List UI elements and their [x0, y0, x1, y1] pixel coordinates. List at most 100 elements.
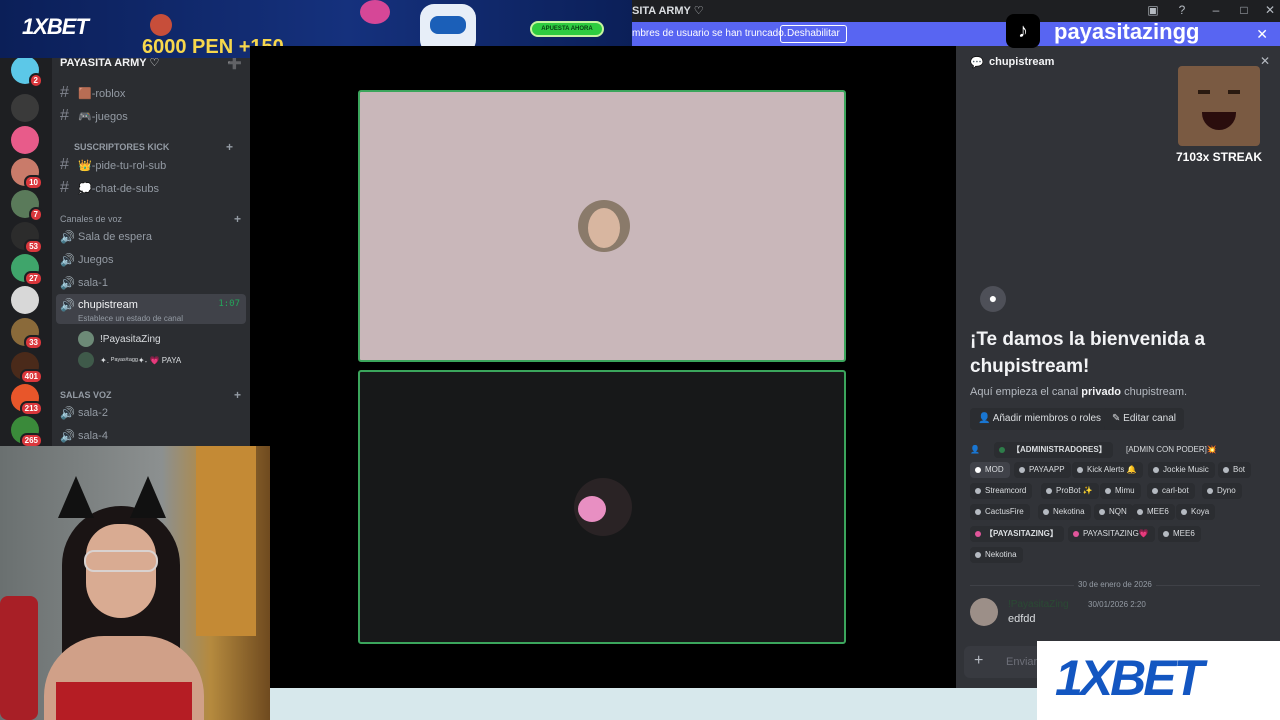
role-chip[interactable]: Nekotina: [970, 547, 1023, 563]
role-chip[interactable]: carl-bot: [1147, 483, 1195, 499]
server-badge: 401: [19, 369, 43, 384]
role-chip[interactable]: ProBot ✨: [1041, 483, 1099, 499]
attach-icon[interactable]: +: [974, 652, 983, 670]
avatar: [78, 352, 94, 368]
role-chip[interactable]: Koya: [1176, 504, 1216, 520]
role-chip[interactable]: CactusFire: [970, 504, 1030, 520]
voice-channel-sala-2[interactable]: 🔊 sala-2: [56, 402, 246, 424]
sponsor-logo: 1XBET: [1037, 641, 1280, 720]
add-channel-icon[interactable]: +: [234, 212, 241, 226]
role-label: Bot: [1233, 465, 1246, 474]
server-icon[interactable]: 2: [11, 56, 43, 88]
ad-cta-button[interactable]: APUESTA AHORA: [530, 21, 604, 37]
participant-avatar: [578, 200, 630, 252]
avatar[interactable]: [970, 598, 998, 626]
role-dot: [975, 467, 981, 473]
role-chip[interactable]: MOD: [970, 462, 1010, 478]
role-label: MOD: [985, 465, 1004, 474]
role-chip[interactable]: [ADMIN CON PODER]💥: [1120, 442, 1223, 458]
channel-label: Sala de espera: [78, 231, 152, 243]
voice-channel-sala-espera[interactable]: 🔊 Sala de espera: [56, 226, 246, 248]
role-label: Jockie Music: [1163, 465, 1209, 474]
member-avatar-icon: 👤: [970, 445, 980, 454]
participant-tile[interactable]: [358, 370, 846, 644]
webcam-door: [196, 446, 256, 636]
category-voice[interactable]: Canales de voz +: [60, 212, 241, 226]
channel-sidebar: PAYASITA ARMY ♡ ➕ # 🟫-roblox # 🎮-juegos …: [52, 46, 250, 446]
role-chip[interactable]: MEE6: [1158, 526, 1201, 542]
channel-juegos[interactable]: # 🎮-juegos: [56, 105, 246, 127]
server-icon[interactable]: 7: [11, 190, 43, 222]
participant-tile[interactable]: [358, 90, 846, 362]
channel-pide-tu-rol[interactable]: # 👑-pide-tu-rol-sub: [56, 154, 246, 176]
button-label: Añadir miembros o roles: [992, 413, 1102, 424]
role-chip[interactable]: MEE6: [1132, 504, 1175, 520]
channel-status[interactable]: Establece un estado de canal: [78, 314, 183, 323]
server-icon[interactable]: 213: [11, 384, 43, 416]
role-dot: [1043, 509, 1049, 515]
add-members-button[interactable]: 👤 Añadir miembros o roles: [970, 408, 1110, 430]
server-icon[interactable]: 10: [11, 158, 43, 190]
server-icon[interactable]: [11, 94, 39, 122]
disable-button[interactable]: Deshabilitar: [780, 25, 847, 43]
avatar: [78, 331, 94, 347]
role-chip[interactable]: Bot: [1218, 462, 1252, 478]
role-chip[interactable]: PAYASITAZING💗: [1068, 526, 1155, 542]
channel-chat-de-subs[interactable]: # 💭-chat-de-subs: [56, 177, 246, 199]
server-icon[interactable]: 401: [11, 352, 43, 384]
hash-icon: #: [60, 107, 69, 124]
role-chip[interactable]: PAYAAPP: [1014, 462, 1071, 478]
channel-label: 🟫-roblox: [78, 88, 126, 100]
maximize-button[interactable]: □: [1236, 3, 1252, 17]
date-separator: 30 de enero de 2026: [970, 579, 1260, 591]
voice-channel-juegos[interactable]: 🔊 Juegos: [56, 249, 246, 271]
server-icon[interactable]: [11, 126, 39, 154]
voice-channel-sala-4[interactable]: 🔊 sala-4: [56, 425, 246, 447]
category-label: SUSCRIPTORES KICK: [74, 142, 170, 152]
server-badge: 7: [28, 207, 43, 222]
role-chip[interactable]: Kick Alerts 🔔: [1072, 462, 1143, 478]
invite-icon[interactable]: ➕: [227, 56, 242, 70]
add-channel-icon[interactable]: +: [226, 140, 233, 154]
streak-overlay: 7103x STREAK: [1172, 64, 1266, 168]
role-label: CactusFire: [985, 507, 1024, 516]
welcome-heading: ¡Te damos la bienvenida a chupistream!: [970, 329, 1206, 377]
channel-label: sala-4: [78, 430, 108, 442]
participant-avatar: [574, 478, 632, 536]
voice-channel-sala-1[interactable]: 🔊 sala-1: [56, 272, 246, 294]
speaker-icon: 🔊: [60, 230, 75, 244]
notice-text: mbres de usuario se han truncado.: [632, 28, 787, 39]
server-icon[interactable]: [11, 286, 39, 314]
close-window-button[interactable]: ✕: [1262, 3, 1278, 17]
role-chip[interactable]: 【PAYASITAZING】: [970, 526, 1064, 542]
server-icon[interactable]: 27: [11, 254, 43, 286]
role-dot: [1105, 488, 1111, 494]
divider: [1156, 585, 1260, 586]
notice-close-icon[interactable]: ✕: [1256, 26, 1268, 43]
add-channel-icon[interactable]: +: [234, 388, 241, 402]
server-icon[interactable]: 53: [11, 222, 43, 254]
role-chip[interactable]: Mimu: [1100, 483, 1141, 499]
face-eye: [1198, 90, 1210, 94]
speaker-icon: 🔊: [60, 429, 75, 443]
server-icon[interactable]: 265: [11, 416, 43, 448]
add-member-icon: 👤: [978, 413, 993, 424]
server-icon[interactable]: 33: [11, 318, 43, 350]
message-author[interactable]: !PayasitaZing: [1008, 599, 1069, 610]
role-chip[interactable]: Jockie Music: [1148, 462, 1215, 478]
face-mouth: [1202, 112, 1236, 130]
intro-bold: privado: [1081, 386, 1122, 398]
edit-channel-button[interactable]: ✎ Editar canal: [1104, 408, 1184, 430]
welcome-intro: Aquí empieza el canal privado chupistrea…: [970, 386, 1187, 398]
channel-roblox[interactable]: # 🟫-roblox: [56, 82, 246, 104]
avatar-face: [588, 208, 620, 248]
role-chip[interactable]: Dyno: [1202, 483, 1242, 499]
role-chip[interactable]: 【ADMINISTRADORES】: [994, 442, 1113, 458]
role-chip[interactable]: Nekotina: [1038, 504, 1091, 520]
category-subs[interactable]: SUSCRIPTORES KICK +: [74, 140, 233, 154]
role-chip[interactable]: Streamcord: [970, 483, 1033, 499]
category-salas[interactable]: SALAS VOZ +: [60, 388, 241, 402]
role-chip[interactable]: NQN: [1094, 504, 1133, 520]
role-label: Koya: [1191, 507, 1210, 516]
hash-icon: #: [60, 156, 69, 173]
